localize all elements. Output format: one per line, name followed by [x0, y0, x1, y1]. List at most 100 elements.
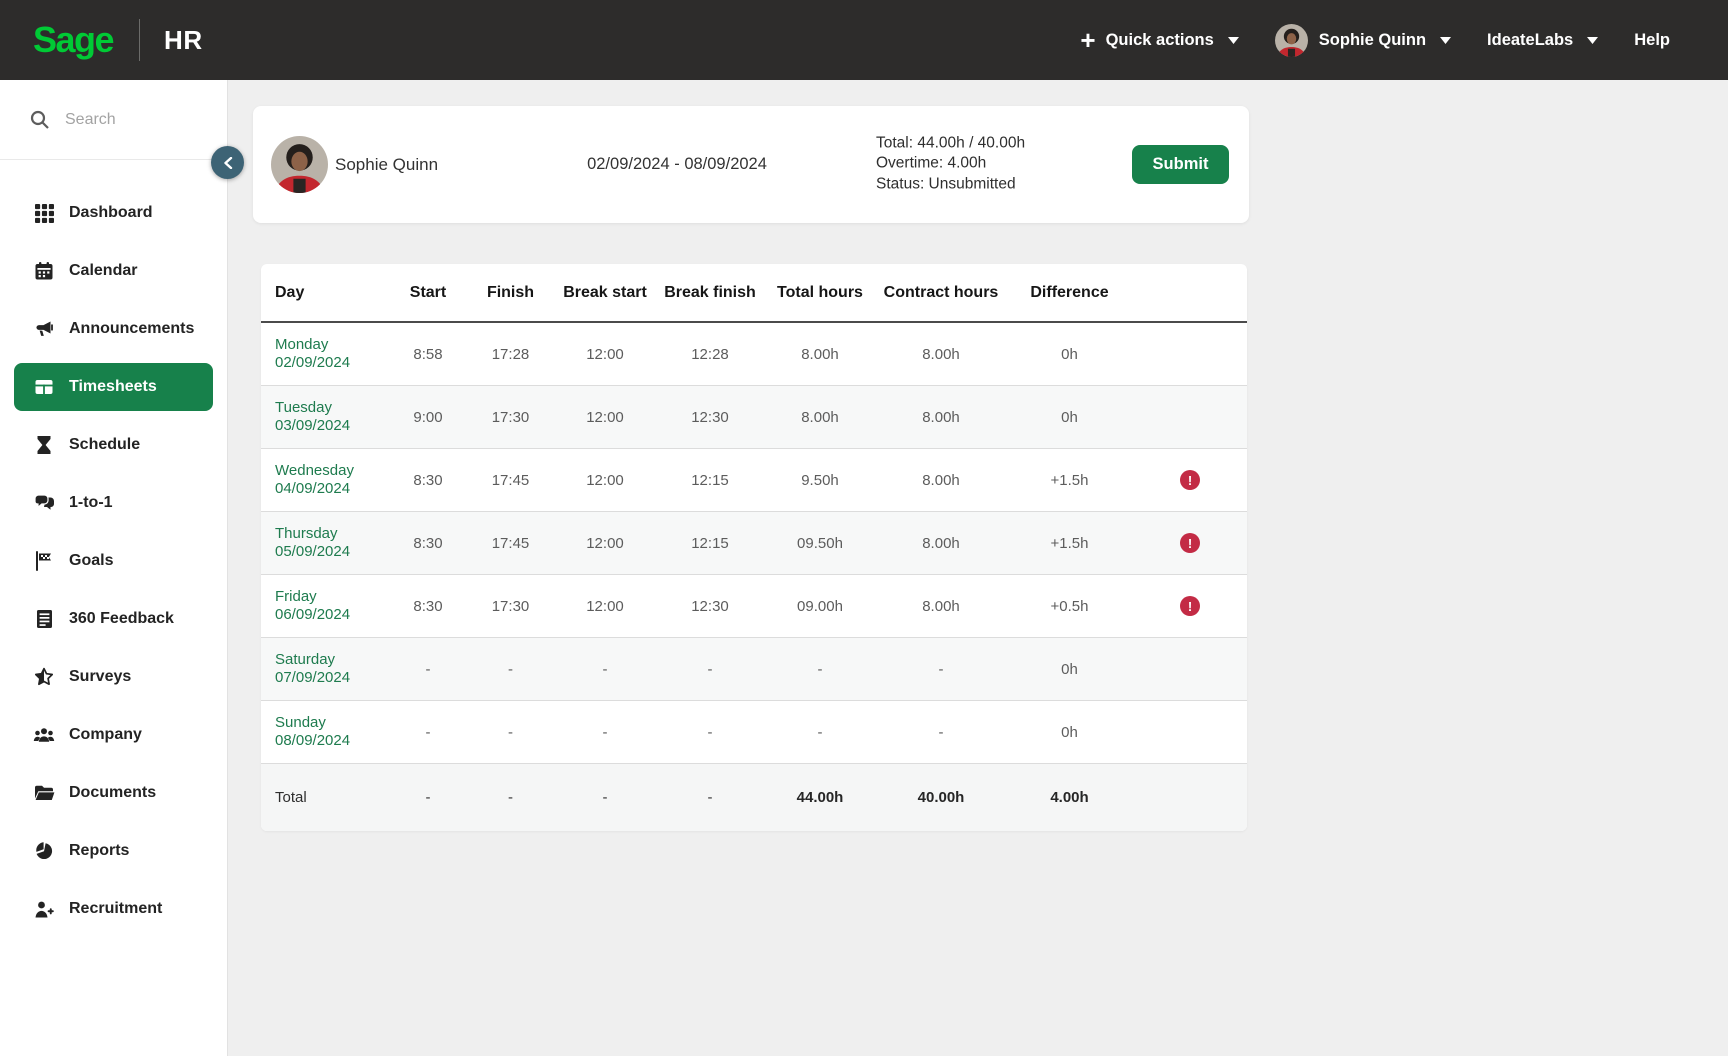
cell-break-start: 12:00 [554, 409, 656, 426]
status-line: Status: Unsubmitted [876, 175, 1025, 196]
sidebar-item-documents[interactable]: Documents [0, 764, 227, 822]
search-row [0, 80, 227, 160]
cell-break-start: 12:00 [554, 535, 656, 552]
employee-avatar [271, 136, 328, 193]
day-date: 08/09/2024 [275, 732, 389, 750]
sidebar-item-company[interactable]: Company [0, 706, 227, 764]
sidebar-item-timesheets[interactable]: Timesheets [14, 363, 213, 411]
company-menu[interactable]: IdeateLabs [1487, 31, 1598, 50]
main-content: Sophie Quinn 02/09/2024 - 08/09/2024 Tot… [228, 80, 1728, 1056]
sidebar-item-label: Recruitment [69, 900, 162, 918]
cell-break-finish: 12:15 [656, 472, 764, 489]
avatar [1275, 24, 1308, 57]
dashboard-grid-icon [33, 204, 55, 223]
day-link[interactable]: Wednesday 04/09/2024 [275, 462, 389, 498]
day-date: 04/09/2024 [275, 480, 389, 498]
cell-contract-hours: 8.00h [876, 346, 1006, 363]
day-name: Tuesday [275, 399, 389, 417]
cell-contract-hours: - [876, 724, 1006, 741]
sidebar-item-calendar[interactable]: Calendar [0, 242, 227, 300]
total-contract-value: 40.00h [876, 789, 1006, 806]
table-row: Friday 06/09/2024 8:30 17:30 12:00 12:30… [261, 575, 1247, 638]
cell-contract-hours: 8.00h [876, 535, 1006, 552]
sidebar-item-label: Announcements [69, 320, 194, 338]
sidebar-item-goals[interactable]: Goals [0, 532, 227, 590]
topbar-right: + Quick actions Sophie Quinn IdeateLabs … [1080, 24, 1670, 57]
timesheet-table-icon [33, 377, 55, 397]
help-link[interactable]: Help [1634, 31, 1670, 50]
cell-contract-hours: 8.00h [876, 598, 1006, 615]
cell-start: 9:00 [389, 409, 467, 426]
sidebar-item-360-feedback[interactable]: 360 Feedback [0, 590, 227, 648]
user-name: Sophie Quinn [1319, 31, 1426, 50]
cell-difference: +0.5h [1006, 598, 1133, 615]
sidebar-item-reports[interactable]: Reports [0, 822, 227, 880]
cell-break-start: - [554, 724, 656, 741]
cell-difference: +1.5h [1006, 472, 1133, 489]
warning-icon[interactable]: ! [1180, 470, 1200, 490]
day-link[interactable]: Saturday 07/09/2024 [275, 651, 389, 687]
sidebar-item-dashboard[interactable]: Dashboard [0, 184, 227, 242]
cell-start: - [389, 661, 467, 678]
user-menu[interactable]: Sophie Quinn [1275, 24, 1451, 57]
overtime-line: Overtime: 4.00h [876, 154, 1025, 175]
sidebar-item-recruitment[interactable]: Recruitment [0, 880, 227, 938]
cell-start: 8:30 [389, 472, 467, 489]
total-label: Total [261, 789, 389, 806]
total-finish: - [467, 789, 554, 806]
cell-break-finish: 12:28 [656, 346, 764, 363]
calendar-icon [33, 261, 55, 281]
total-start: - [389, 789, 467, 806]
sidebar-item-label: Dashboard [69, 204, 153, 222]
sage-logo: Sage [33, 19, 113, 61]
person-plus-icon [33, 900, 55, 919]
day-name: Thursday [275, 525, 389, 543]
day-link[interactable]: Friday 06/09/2024 [275, 588, 389, 624]
table-row: Thursday 05/09/2024 8:30 17:45 12:00 12:… [261, 512, 1247, 575]
sidebar-item-schedule[interactable]: Schedule [0, 416, 227, 474]
sidebar-item-label: Schedule [69, 436, 140, 454]
cell-break-start: - [554, 661, 656, 678]
column-header-day: Day [261, 284, 389, 302]
megaphone-icon [33, 319, 55, 339]
sidebar-collapse-button[interactable] [211, 146, 244, 179]
cell-difference: 0h [1006, 346, 1133, 363]
cell-break-finish: - [656, 661, 764, 678]
table-row: Saturday 07/09/2024 - - - - - - 0h ! [261, 638, 1247, 701]
cell-total-hours: - [764, 661, 876, 678]
search-icon [30, 110, 49, 129]
cell-break-start: 12:00 [554, 598, 656, 615]
sidebar-item-surveys[interactable]: Surveys [0, 648, 227, 706]
search-input[interactable] [63, 110, 193, 130]
chevron-left-icon [223, 157, 233, 169]
chevron-down-icon [1228, 37, 1239, 44]
day-link[interactable]: Tuesday 03/09/2024 [275, 399, 389, 435]
cell-total-hours: 09.50h [764, 535, 876, 552]
day-link[interactable]: Thursday 05/09/2024 [275, 525, 389, 561]
cell-contract-hours: 8.00h [876, 409, 1006, 426]
timesheet-stats: Total: 44.00h / 40.00h Overtime: 4.00h S… [876, 133, 1025, 196]
day-link[interactable]: Sunday 08/09/2024 [275, 714, 389, 750]
sidebar-item-label: Reports [69, 842, 129, 860]
warning-icon[interactable]: ! [1180, 596, 1200, 616]
cell-break-start: 12:00 [554, 472, 656, 489]
warning-icon[interactable]: ! [1180, 533, 1200, 553]
cell-start: - [389, 724, 467, 741]
day-link[interactable]: Monday 02/09/2024 [275, 336, 389, 372]
column-header-total-hours: Total hours [764, 284, 876, 302]
company-name: IdeateLabs [1487, 31, 1573, 50]
quick-actions-button[interactable]: + Quick actions [1080, 30, 1238, 50]
day-name: Friday [275, 588, 389, 606]
star-icon [33, 667, 55, 687]
sidebar-item-announcements[interactable]: Announcements [0, 300, 227, 358]
submit-button[interactable]: Submit [1132, 145, 1229, 184]
cell-difference: 0h [1006, 724, 1133, 741]
product-title: HR [164, 25, 203, 56]
table-header-row: Day Start Finish Break start Break finis… [261, 264, 1247, 323]
cell-finish: 17:45 [467, 472, 554, 489]
plus-icon: + [1080, 30, 1095, 50]
sidebar-item-1-to-1[interactable]: 1-to-1 [0, 474, 227, 532]
total-hours-value: 44.00h [764, 789, 876, 806]
cell-start: 8:58 [389, 346, 467, 363]
cell-difference: +1.5h [1006, 535, 1133, 552]
